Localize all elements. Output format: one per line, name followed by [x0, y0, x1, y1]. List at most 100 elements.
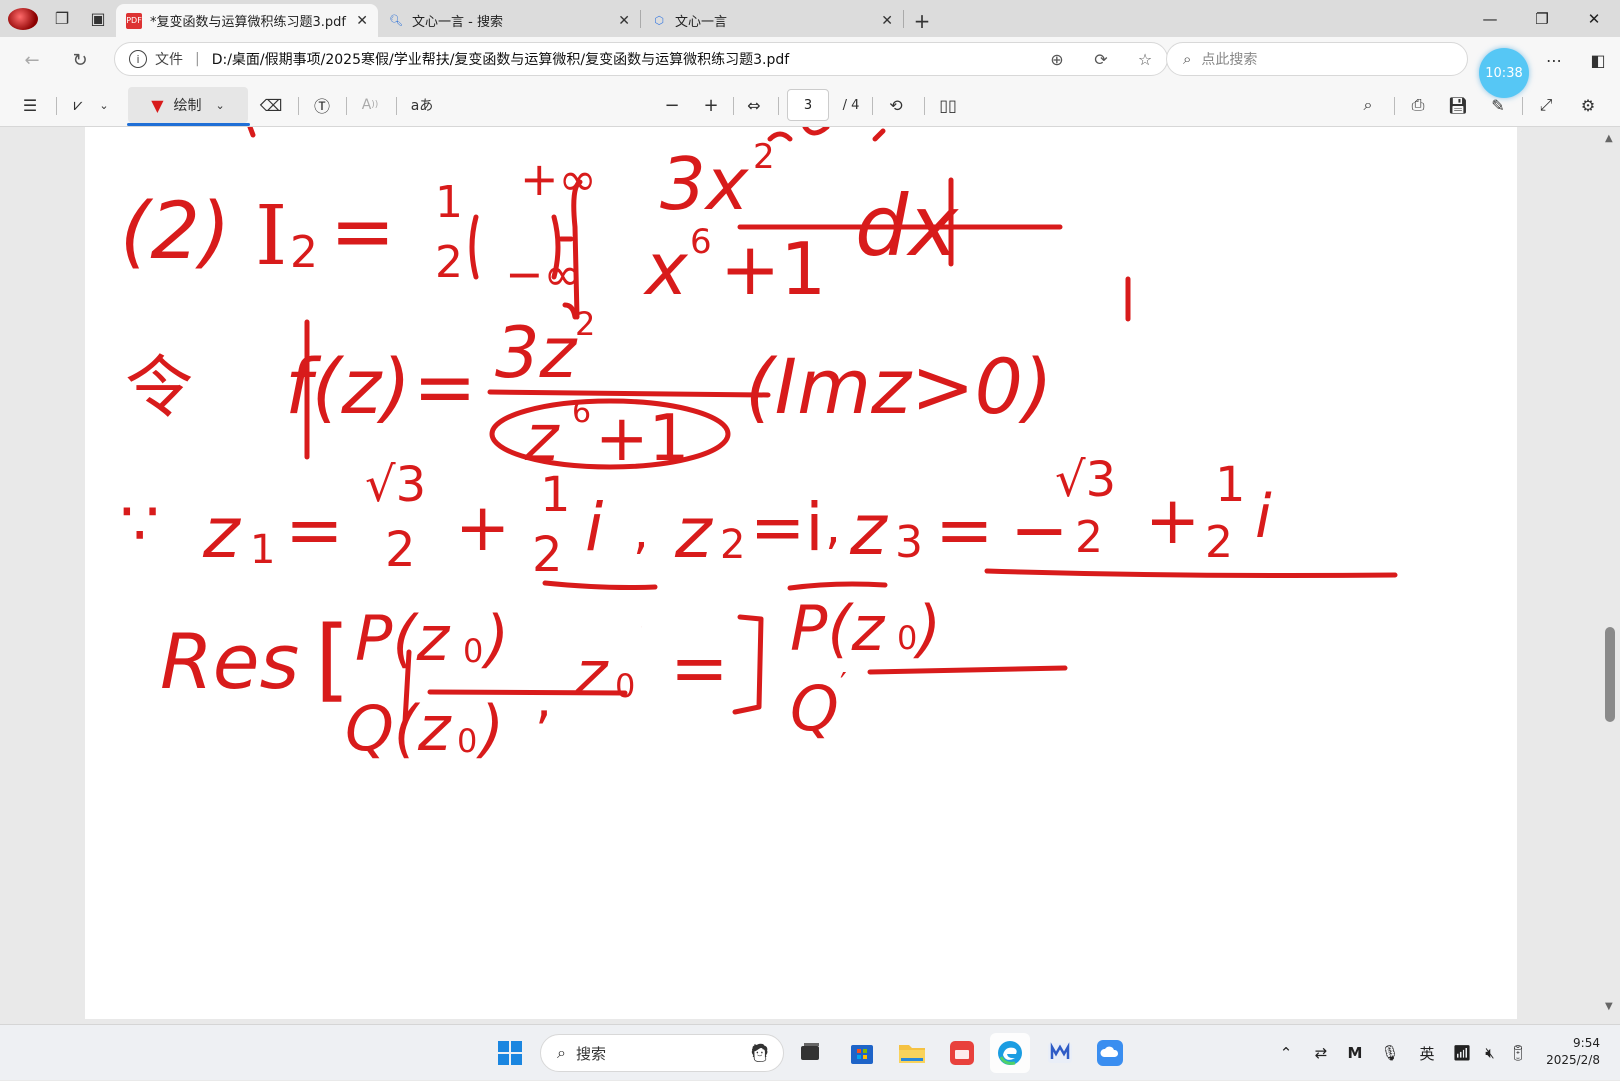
- favorite-star-icon[interactable]: ☆: [1123, 50, 1167, 69]
- pdf-icon: PDF: [126, 13, 142, 29]
- hw-z0: z: [575, 637, 608, 710]
- chevron-down-icon[interactable]: ⌄: [94, 83, 114, 127]
- hw-num-1: 1: [1215, 457, 1246, 513]
- scroll-down-arrow-icon[interactable]: ▼: [1605, 1001, 1613, 1012]
- minimize-button[interactable]: —: [1464, 0, 1516, 37]
- hw-sub-0: 0: [457, 722, 477, 760]
- tab-wenxin[interactable]: ⬡ 文心一言 ✕: [641, 4, 903, 37]
- cube-icon: ⬡: [651, 13, 667, 29]
- hw-because: ∵: [120, 487, 159, 560]
- wifi-icon[interactable]: 📶︎: [1448, 1025, 1476, 1081]
- floating-clock-widget[interactable]: 10:38: [1479, 48, 1529, 98]
- save-icon[interactable]: 💾︎: [1444, 83, 1472, 127]
- vertical-scrollbar[interactable]: ▲ ▼: [1600, 127, 1620, 1024]
- hw-imag-i: i: [585, 489, 603, 566]
- microsoft-store-icon[interactable]: [842, 1033, 882, 1073]
- sidebar-toggle-icon[interactable]: ◧: [1576, 51, 1620, 70]
- cloud-app-icon[interactable]: [1090, 1033, 1130, 1073]
- draw-label: 绘制: [174, 95, 202, 115]
- restore-button[interactable]: ❐: [1516, 0, 1568, 37]
- translate-icon[interactable]: ⟳: [1079, 50, 1123, 69]
- search-highlight-icon: 🧑︎: [748, 1043, 771, 1064]
- volume-muted-icon[interactable]: 🔇︎: [1476, 1025, 1504, 1081]
- omnibox[interactable]: i 文件 | D:/桌面/假期事项/2025寒假/学业帮扶/复变函数与运算微积/…: [114, 42, 1168, 76]
- task-view-icon[interactable]: [790, 1033, 830, 1073]
- pdf-viewer[interactable]: (2) I 2 = 1 2 +∞ −∞ 3x 2 x 6 +1 dx 令 f(z…: [0, 127, 1620, 1024]
- pdf-toolbar: ☰ ⩗ ⌄ ▼ 绘制 ⌄ ⌫ Ⓣ A)) aあ − + ⇔ 3 / 4 ⟲ ▯▯…: [0, 83, 1620, 127]
- refresh-button[interactable]: ↻: [58, 42, 102, 78]
- settings-gear-icon[interactable]: ⚙: [1574, 83, 1602, 127]
- page-number-input[interactable]: 3: [787, 89, 829, 121]
- info-icon[interactable]: i: [129, 50, 147, 68]
- mail-app-icon[interactable]: [1040, 1033, 1080, 1073]
- url-text[interactable]: D:/桌面/假期事项/2025寒假/学业帮扶/复变函数与运算微积/复变函数与运算…: [212, 49, 1035, 69]
- fullscreen-icon[interactable]: ⤢: [1532, 83, 1560, 127]
- pdf-page[interactable]: (2) I 2 = 1 2 +∞ −∞ 3x 2 x 6 +1 dx 令 f(z…: [85, 127, 1517, 1019]
- hw-num-exp: 2: [753, 137, 775, 177]
- hw-subscript: 2: [290, 227, 318, 278]
- hw-z2: z: [675, 492, 712, 574]
- tab-close-icon[interactable]: ✕: [881, 13, 893, 29]
- find-search-icon[interactable]: ⌕: [1354, 83, 1382, 127]
- read-aloud-button[interactable]: A)): [356, 83, 384, 127]
- tray-overflow-chevron-icon[interactable]: ⌃: [1272, 1025, 1300, 1081]
- hw-den-2: 2: [1075, 512, 1103, 563]
- tab-close-icon[interactable]: ✕: [356, 13, 368, 29]
- profile-logo-icon[interactable]: [8, 8, 38, 30]
- taskbar-clock[interactable]: 9:54 2025/2/8: [1536, 1035, 1620, 1069]
- ime-indicator[interactable]: 英: [1412, 1025, 1442, 1081]
- tray-app-icon[interactable]: M: [1340, 1025, 1370, 1081]
- page-view-icon[interactable]: ▯▯: [934, 83, 962, 127]
- search-placeholder: 点此搜索: [1201, 49, 1257, 69]
- hw-condition: (Imz>0): [745, 342, 1053, 431]
- hw-den-2: 2: [1205, 517, 1233, 568]
- web-search-box[interactable]: ⌕ 点此搜索: [1166, 42, 1468, 76]
- draw-button[interactable]: ▼ 绘制 ⌄: [128, 87, 248, 123]
- hw-den-plus-one: +1: [595, 402, 689, 476]
- hw-plus: +: [455, 489, 510, 566]
- new-tab-button[interactable]: +: [904, 4, 940, 37]
- hw-den-x: x: [645, 227, 688, 311]
- hw-equals: =: [670, 627, 729, 709]
- highlight-icon[interactable]: ⩗: [64, 83, 92, 127]
- search-icon: 🔍︎: [388, 13, 404, 29]
- hw-numerator: 3z: [495, 312, 576, 394]
- clock-time: 9:54: [1536, 1035, 1600, 1052]
- hw-paren: ): [485, 602, 509, 675]
- windows-start-icon[interactable]: [490, 1033, 530, 1073]
- file-explorer-icon[interactable]: [892, 1033, 932, 1073]
- microphone-icon[interactable]: 🎙︎: [1376, 1025, 1404, 1081]
- tray-switch-icon[interactable]: ⇄: [1306, 1025, 1336, 1081]
- hw-den-exp: 6: [572, 395, 591, 430]
- scroll-up-arrow-icon[interactable]: ▲: [1605, 133, 1613, 144]
- back-button[interactable]: ←: [10, 42, 54, 78]
- more-options-icon[interactable]: ⋯: [1532, 51, 1576, 70]
- taskbar-search-box[interactable]: ⌕ 搜索 🧑︎: [540, 1034, 784, 1072]
- text-box-icon[interactable]: Ⓣ: [308, 83, 336, 127]
- hw-numerator: 3x: [660, 142, 748, 226]
- zoom-out-button[interactable]: −: [658, 83, 686, 127]
- print-icon[interactable]: ⎙: [1404, 83, 1432, 127]
- fit-width-icon[interactable]: ⇔: [740, 83, 768, 127]
- tab-actions-icon[interactable]: ▣: [80, 0, 116, 37]
- workspaces-icon[interactable]: ❐: [44, 0, 80, 37]
- hw-sub-0: 0: [897, 619, 917, 657]
- battery-icon[interactable]: 🔋︎: [1504, 1025, 1532, 1081]
- text-options-button[interactable]: aあ: [406, 83, 438, 127]
- scrollbar-thumb[interactable]: [1605, 627, 1615, 722]
- tab-pdf[interactable]: PDF *复变函数与运算微积练习题3.pdf ✕: [116, 4, 378, 37]
- huawei-app-icon[interactable]: [942, 1033, 982, 1073]
- hw-z2-sub: 2: [720, 522, 745, 568]
- contents-list-icon[interactable]: ☰: [14, 83, 46, 127]
- zoom-icon[interactable]: ⊕: [1035, 50, 1079, 69]
- tab-search[interactable]: 🔍︎ 文心一言 - 搜索 ✕: [378, 4, 640, 37]
- eraser-icon[interactable]: ⌫: [258, 83, 284, 127]
- edge-browser-icon[interactable]: [990, 1033, 1030, 1073]
- close-window-button[interactable]: ✕: [1568, 0, 1620, 37]
- rotate-icon[interactable]: ⟲: [882, 83, 910, 127]
- hw-line-1: (2): [120, 187, 231, 277]
- taskbar-search-text: 搜索: [576, 1043, 606, 1064]
- hw-let: 令: [125, 332, 193, 431]
- tab-close-icon[interactable]: ✕: [618, 13, 630, 29]
- zoom-in-button[interactable]: +: [697, 83, 725, 127]
